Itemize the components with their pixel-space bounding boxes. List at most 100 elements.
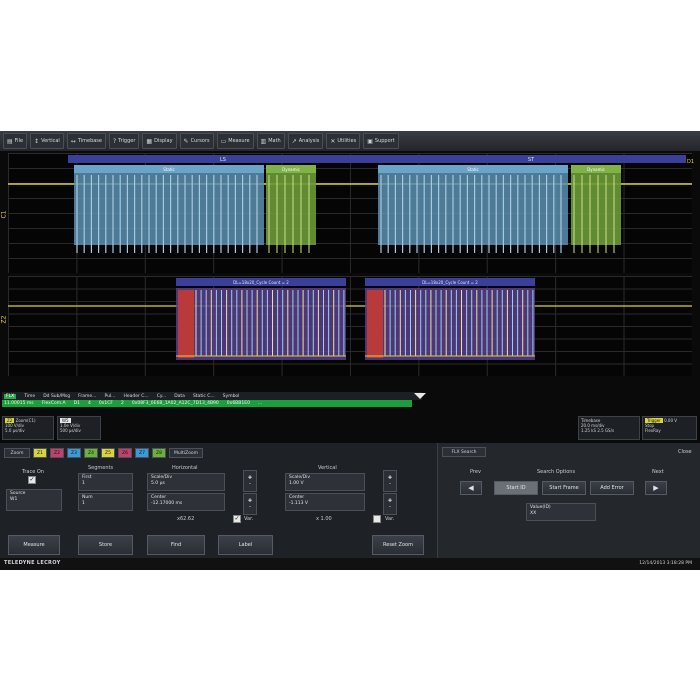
trigger-icon: ? [112,137,117,145]
timebase-line-2: 1.25 kS [581,428,597,433]
decode-table-header: FLX Time Dd Sub/Msg Frame... Pul... Header C… [2,392,422,400]
table-header-cell[interactable]: Header C... [123,394,148,399]
menu-measure[interactable]: ▭ Measure [216,133,254,149]
start-id-label: Start ID [506,485,526,491]
math-icon: ▥ [260,137,267,145]
table-header-cell[interactable]: Symbol [223,394,240,399]
horizontal-title: Horizontal [172,465,198,471]
id-value-field[interactable]: Value(ID) XX [526,503,596,521]
vscale-label: Scale/Div [289,475,311,480]
num-segment-field[interactable]: Num 1 [78,493,133,511]
horizontal-center-knob[interactable]: ✚ – [243,493,257,515]
hcenter-label: Center [151,495,167,500]
add-error-button[interactable]: Add Error [590,481,634,495]
table-header-cell[interactable]: Dd Sub/Msg [43,394,70,399]
menu-math[interactable]: ▥ Math [256,133,285,149]
reset-zoom-button[interactable]: Reset Zoom [372,535,424,555]
timebase-line-3: 2.5 GS/s [597,428,615,433]
menu-vertical[interactable]: ↕ Vertical [30,133,64,149]
horizontal-center-field[interactable]: Center -12.17000 ms [147,493,225,511]
tab-z5[interactable]: Z5 [101,448,115,458]
measure-button[interactable]: Measure [8,535,60,555]
dynamic-label: Dynamic [587,167,605,172]
menu-cursors[interactable]: ✎ Cursors [179,133,214,149]
prev-label: Prev [470,469,481,475]
date-time: 12/14/2013 3:18:28 PM [639,561,692,566]
trigger-descriptor[interactable]: Trigger 0.00 V Stop FlexRay [642,416,697,440]
menu-support[interactable]: ▣ Support [363,133,399,149]
vertical-title: Vertical [318,465,337,471]
id-value: XX [530,511,537,516]
zoom-channel-tabs: Z1 Z2 Z3 Z4 Z5 Z6 Z7 Z8 [33,448,166,458]
channel-descriptor-z2[interactable]: Z2 Zoom(C1) 100 V/div 5.0 μs/div [2,416,54,440]
source-label: Source [10,491,26,496]
hcenter-value: -12.17000 ms [151,501,183,506]
horizontal-var-checkbox[interactable]: ✓ [233,515,241,523]
table-cell: D1 [73,401,80,406]
tab-flx-search[interactable]: FLX Search [442,447,486,457]
menu-label: Cursors [190,138,210,144]
menu-label: Utilities [337,138,357,144]
find-button[interactable]: Find [147,535,205,555]
horizontal-scale-knob[interactable]: ✚ – [243,470,257,492]
tab-zoom[interactable]: Zoom [4,448,30,458]
timebase-descriptor[interactable]: Timebase 20.0 ms/div 1.25 kS 2.5 GS/s [578,416,640,440]
zoom-tabs: Zoom Z1 Z2 Z3 Z4 Z5 Z6 Z7 Z8 MultiZoom [4,447,203,459]
horizontal-scale-field[interactable]: Scale/Div 5.0 μs [147,473,225,491]
table-expand-icon[interactable] [414,393,426,399]
store-button-label: Store [98,542,113,548]
vertical-scale-knob[interactable]: ✚ – [383,470,397,492]
menu-trigger[interactable]: ? Trigger [108,133,140,149]
trace-2-grid[interactable]: DL=18x20_Cycle Count = 2 DL=18x20_Cycle C… [8,276,692,376]
vertical-center-field[interactable]: Center -1.113 V [285,493,365,511]
decode-label: DL=18x20_Cycle Count = 2 [233,280,289,285]
tab-z2[interactable]: Z2 [50,448,64,458]
tab-z8[interactable]: Z8 [152,448,166,458]
table-header-cell[interactable]: Frame... [78,394,96,399]
table-header-cell[interactable]: Static C... [193,394,215,399]
start-frame-button[interactable]: Start Frame [542,481,586,495]
table-cell: 4 [87,401,91,406]
table-header-cell[interactable]: Data [174,394,185,399]
tab-z3[interactable]: Z3 [67,448,81,458]
tab-z1[interactable]: Z1 [33,448,47,458]
label-button[interactable]: Label [218,535,273,555]
trace-1-grid[interactable]: LS ST Static Dynamic Static Dynamic [8,153,692,273]
menu-display[interactable]: ▦ Display [142,133,177,149]
frame-label: LS [220,157,226,163]
store-button[interactable]: Store [78,535,133,555]
vertical-center-knob[interactable]: ✚ – [383,493,397,515]
measure-icon: ▭ [220,137,227,145]
tab-z7[interactable]: Z7 [135,448,149,458]
reset-zoom-button-label: Reset Zoom [383,542,413,548]
num-label: Num [82,495,93,500]
table-row[interactable]: 11.00015 ms FlexCom.A D1 4 0x1CF 2 0x08F3_0E6B… [2,400,412,407]
source-field[interactable]: Source W1 [6,489,62,511]
table-header-cell[interactable]: Pul... [104,394,115,399]
menu-timebase[interactable]: ↔ Timebase [66,133,106,149]
first-segment-field[interactable]: First 1 [78,473,133,491]
menu-file[interactable]: ▤ File [3,133,28,149]
next-button[interactable]: ▶ [645,481,667,495]
menu-label: Support [374,138,395,144]
vertical-var-checkbox[interactable] [373,515,381,523]
menu-analysis[interactable]: ↗ Analysis [287,133,324,149]
table-header-cell[interactable]: Time [24,394,35,399]
zoom-dialog-panel: Zoom Z1 Z2 Z3 Z4 Z5 Z6 Z7 Z8 MultiZoom Trace On… [0,443,700,560]
prev-button[interactable]: ◀ [460,481,482,495]
menu-utilities[interactable]: ✕ Utilities [326,133,361,149]
close-button[interactable]: Close [678,449,692,455]
measure-button-label: Measure [23,542,45,548]
trigger-line-2: FlexRay [645,428,661,433]
trace-on-checkbox[interactable]: ✓ [28,476,36,484]
label-button-label: Label [238,542,253,548]
start-id-button[interactable]: Start ID [494,481,538,495]
vertical-scale-field[interactable]: Scale/Div 1.00 V [285,473,365,491]
table-header-cell[interactable]: Cy... [157,394,166,399]
tab-z6[interactable]: Z6 [118,448,132,458]
multizoom-tab[interactable]: MultiZoom [169,448,203,458]
channel-descriptor-w5[interactable]: W5 1.0e V/div 500 μs/div [57,416,101,440]
decode-label: DL=18x20_Cycle Count = 2 [422,280,478,285]
flx-search-panel: FLX Search Close Prev Next Search Option… [437,443,700,560]
tab-z4[interactable]: Z4 [84,448,98,458]
